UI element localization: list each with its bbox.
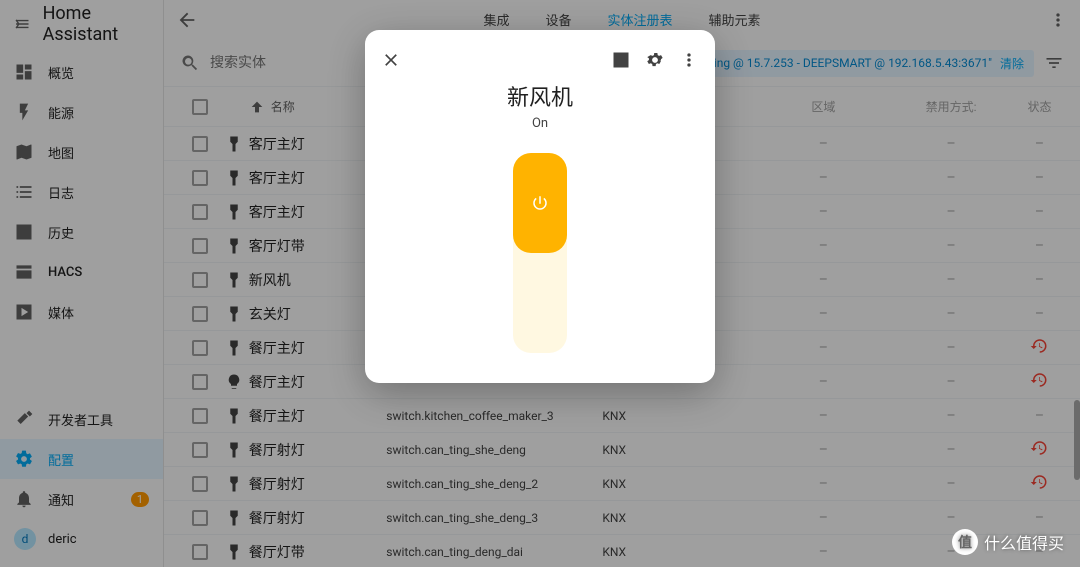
overflow-menu-icon[interactable]	[679, 50, 699, 70]
watermark-badge: 值	[952, 529, 978, 555]
power-icon	[531, 194, 549, 212]
gear-icon[interactable]	[645, 50, 665, 70]
toggle-handle[interactable]	[513, 153, 567, 253]
modal-overlay[interactable]: 新风机 On	[0, 0, 1080, 567]
dialog-title: 新风机	[381, 80, 699, 112]
history-icon[interactable]	[611, 50, 631, 70]
power-toggle[interactable]	[513, 153, 567, 353]
watermark: 值 什么值得买	[952, 529, 1064, 555]
entity-dialog: 新风机 On	[365, 30, 715, 383]
dialog-state: On	[381, 116, 699, 131]
close-icon[interactable]	[381, 50, 401, 70]
